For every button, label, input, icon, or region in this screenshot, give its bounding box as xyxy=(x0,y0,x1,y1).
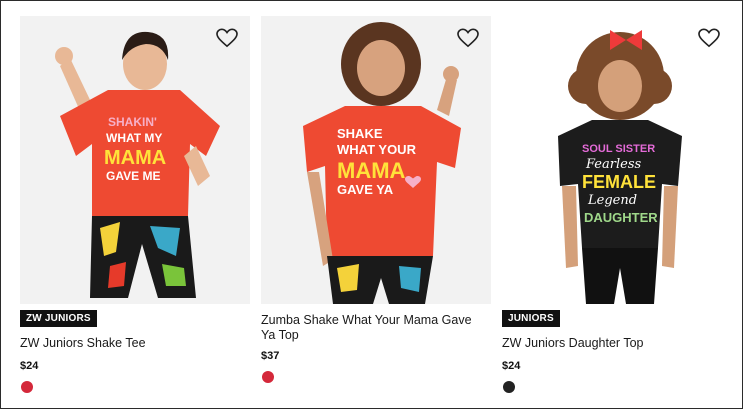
heart-outline-icon[interactable] xyxy=(457,28,479,48)
product-photo: SHAKE WHAT YOUR MAMA GAVE YA xyxy=(261,16,491,304)
shirt-print-line: GAVE YA xyxy=(337,182,394,197)
product-price: $24 xyxy=(20,360,39,372)
shirt-print-line: GAVE ME xyxy=(106,169,160,183)
shirt-print-line: SHAKIN' xyxy=(108,115,157,129)
shirt-print-line: MAMA xyxy=(337,158,406,183)
product-title[interactable]: ZW Juniors Daughter Top xyxy=(502,336,728,351)
product-title[interactable]: Zumba Shake What Your Mama Gave Ya Top xyxy=(261,313,487,343)
product-image[interactable]: SHAKIN' WHAT MY MAMA GAVE ME xyxy=(20,16,250,304)
heart-outline-icon[interactable] xyxy=(698,28,720,48)
product-price: $24 xyxy=(502,360,521,372)
shirt-print-line: WHAT MY xyxy=(106,131,162,145)
collection-badge: JUNIORS xyxy=(502,310,560,327)
shirt-print-line: Fearless xyxy=(585,157,641,172)
shirt-print-line: SHAKE xyxy=(337,126,383,141)
product-card[interactable]: SHAKE WHAT YOUR MAMA GAVE YA Zumba Shake… xyxy=(261,16,491,406)
product-photo: SOUL SISTER Fearless FEMALE Legend DAUGH… xyxy=(502,16,732,304)
shirt-print-line: MAMA xyxy=(104,147,166,169)
shirt-print-line: FEMALE xyxy=(582,172,656,192)
product-title[interactable]: ZW Juniors Shake Tee xyxy=(20,336,246,351)
color-swatch[interactable] xyxy=(503,381,515,393)
shirt-print-line: DAUGHTER xyxy=(584,210,658,225)
product-photo: SHAKIN' WHAT MY MAMA GAVE ME xyxy=(20,16,250,304)
color-swatch[interactable] xyxy=(262,371,274,383)
heart-outline-icon[interactable] xyxy=(216,28,238,48)
product-card[interactable]: SHAKIN' WHAT MY MAMA GAVE ME ZW JUNIORS … xyxy=(20,16,250,406)
product-image[interactable]: SHAKE WHAT YOUR MAMA GAVE YA xyxy=(261,16,491,304)
product-price: $37 xyxy=(261,350,280,362)
color-swatch[interactable] xyxy=(21,381,33,393)
shirt-print-line: Legend xyxy=(587,193,637,208)
collection-badge: ZW JUNIORS xyxy=(20,310,97,327)
product-image[interactable]: SOUL SISTER Fearless FEMALE Legend DAUGH… xyxy=(502,16,732,304)
product-grid: SHAKIN' WHAT MY MAMA GAVE ME ZW JUNIORS … xyxy=(20,16,732,406)
product-card[interactable]: SOUL SISTER Fearless FEMALE Legend DAUGH… xyxy=(502,16,732,406)
shirt-print-line: WHAT YOUR xyxy=(337,142,417,157)
shirt-print-line: SOUL SISTER xyxy=(582,143,655,155)
